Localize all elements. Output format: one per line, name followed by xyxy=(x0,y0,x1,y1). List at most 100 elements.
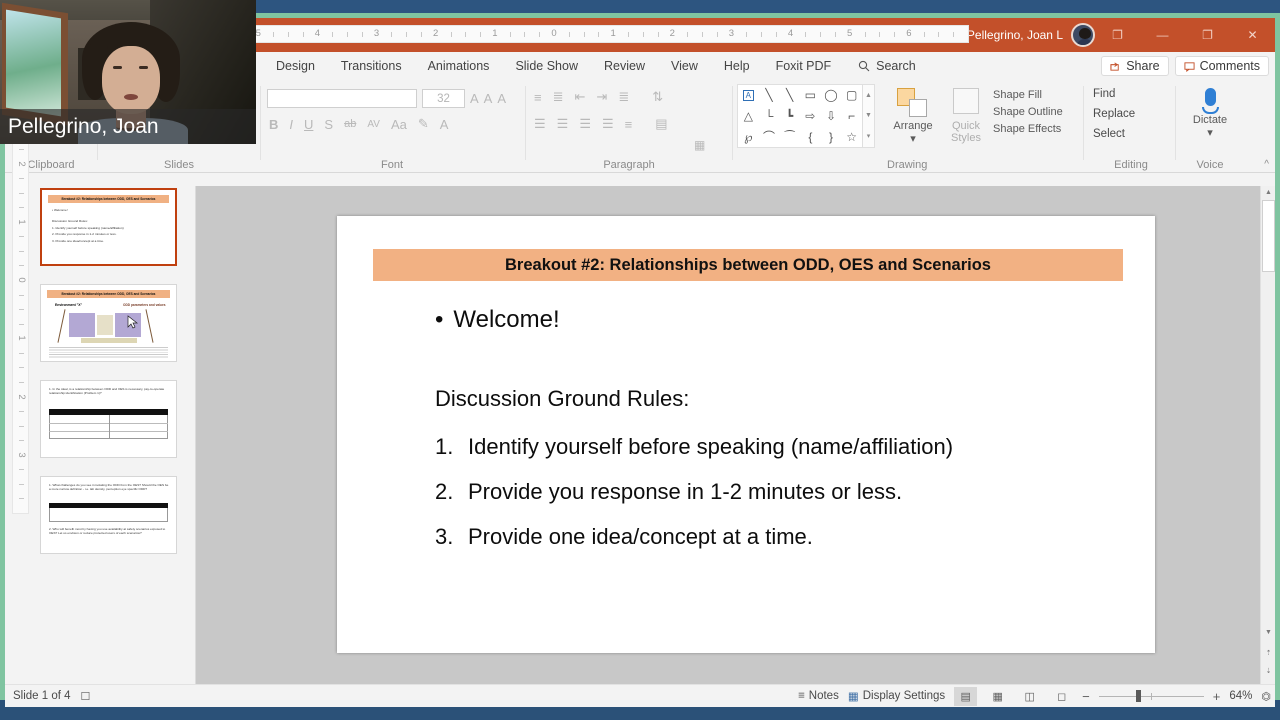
text-shadow-button[interactable]: S xyxy=(324,117,333,132)
display-settings-button[interactable]: ▦ Display Settings xyxy=(848,689,945,703)
select-button[interactable]: Select xyxy=(1093,128,1135,140)
webcam-overlay[interactable]: Pellegrino, Joan xyxy=(0,0,256,144)
scroll-up-arrow-icon[interactable]: ▲ xyxy=(1261,186,1276,200)
convert-to-smartart-button[interactable]: ▦ xyxy=(694,138,705,152)
tab-slide-show[interactable]: Slide Show xyxy=(502,52,591,80)
font-size-input[interactable]: 32 xyxy=(422,89,465,108)
align-center-button[interactable]: ☰ xyxy=(557,116,569,132)
next-slide-icon[interactable]: ⇣ xyxy=(1261,665,1276,679)
dictate-button[interactable]: Dictate ▾ xyxy=(1179,88,1241,139)
strikethrough-button[interactable]: ab xyxy=(344,118,356,130)
shape-star-icon[interactable]: ☆ xyxy=(846,130,857,144)
zoom-out-button[interactable]: − xyxy=(1082,689,1090,704)
highlighter-icon[interactable]: ✎ xyxy=(418,116,429,132)
quick-styles-button[interactable]: Quick Styles xyxy=(941,86,991,144)
slide-edit-area[interactable]: Breakout #2: Relationships between ODD, … xyxy=(196,186,1275,684)
tab-foxit-pdf[interactable]: Foxit PDF xyxy=(763,52,845,80)
ribbon-display-options-button[interactable]: ❐ xyxy=(1095,18,1140,52)
slide-thumbnail[interactable]: 1. What challenges do you see in isolati… xyxy=(40,476,177,554)
shape-left-brace-icon[interactable]: { xyxy=(808,130,812,144)
zoom-level[interactable]: 64% xyxy=(1229,690,1252,702)
increase-indent-button[interactable]: ⇥ xyxy=(596,89,607,105)
decrease-indent-button[interactable]: ⇤ xyxy=(575,89,586,105)
shape-right-arrow-icon[interactable]: ⇨ xyxy=(805,109,815,123)
font-name-input[interactable] xyxy=(267,89,417,108)
vertical-scrollbar[interactable]: ▲ ▼ ⇡ ⇣ xyxy=(1260,186,1275,684)
font-color-button[interactable]: A xyxy=(440,117,449,132)
italic-button[interactable]: I xyxy=(289,117,293,132)
zoom-in-button[interactable]: + xyxy=(1213,689,1221,704)
account-name[interactable]: Pellegrino, Joan L xyxy=(967,28,1063,42)
zoom-slider-knob[interactable] xyxy=(1135,690,1141,702)
slide-thumbnail[interactable]: Breakout #2: Relationships between ODD, … xyxy=(40,284,177,362)
accessibility-icon[interactable]: ☐ xyxy=(81,690,91,703)
scrollbar-thumb[interactable] xyxy=(1262,200,1275,272)
shape-rounded-rectangle-icon[interactable]: ▢ xyxy=(846,88,857,102)
shape-line-icon[interactable]: ╲ xyxy=(765,88,772,102)
shape-rectangle-icon[interactable]: ▭ xyxy=(805,88,816,102)
reading-view-button[interactable]: ◫ xyxy=(1018,687,1041,706)
thumbnail-row[interactable]: 2Breakout #2: Relationships between ODD,… xyxy=(5,282,195,378)
scroll-down-arrow-icon[interactable]: ▼ xyxy=(1261,626,1276,640)
align-left-button[interactable]: ☰ xyxy=(534,116,546,132)
bold-button[interactable]: B xyxy=(269,117,278,132)
shape-fill-button[interactable]: Shape Fill xyxy=(993,89,1063,101)
thumbnail-row[interactable]: 41. What challenges do you see in isolat… xyxy=(5,474,195,570)
shape-arrow-icon[interactable]: ╲ xyxy=(786,88,793,102)
tab-design[interactable]: Design xyxy=(263,52,328,80)
tab-transitions[interactable]: Transitions xyxy=(328,52,415,80)
zoom-slider[interactable] xyxy=(1098,690,1204,702)
shape-elbow-connector-icon[interactable]: └ xyxy=(765,109,774,123)
slide-thumbnail[interactable]: Breakout #2: Relationships between ODD, … xyxy=(40,188,177,266)
tab-animations[interactable]: Animations xyxy=(415,52,503,80)
shape-effects-button[interactable]: Shape Effects xyxy=(993,123,1063,135)
shape-curve-icon[interactable]: ⌒ xyxy=(763,128,775,145)
scroll-up-icon[interactable]: ▲ xyxy=(865,92,872,99)
slide-sorter-view-button[interactable]: ▦ xyxy=(986,687,1009,706)
text-direction-button[interactable]: ⇅ xyxy=(652,89,663,105)
change-case-button[interactable]: Aa xyxy=(391,117,407,132)
numbering-button[interactable]: ≣ xyxy=(553,89,564,105)
shape-outline-button[interactable]: Shape Outline xyxy=(993,106,1063,118)
shapes-gallery-scrollbar[interactable]: ▲ ▼ ▾ xyxy=(863,84,875,148)
replace-button[interactable]: Replace xyxy=(1093,108,1135,120)
current-slide[interactable]: Breakout #2: Relationships between ODD, … xyxy=(337,216,1155,653)
close-button[interactable]: ✕ xyxy=(1230,18,1275,52)
align-right-button[interactable]: ☰ xyxy=(579,116,591,132)
avatar[interactable] xyxy=(1071,23,1095,47)
shape-scribble-icon[interactable]: ℘ xyxy=(744,130,752,144)
slide-show-view-button[interactable]: ◻ xyxy=(1050,687,1073,706)
slide-body-placeholder[interactable]: Welcome! Discussion Ground Rules: 1. Ide… xyxy=(435,306,1125,569)
slide-indicator[interactable]: Slide 1 of 4 xyxy=(13,690,71,702)
shape-down-arrow-icon[interactable]: ⇩ xyxy=(826,109,836,123)
shape-triangle-icon[interactable]: △ xyxy=(744,109,753,123)
tab-review[interactable]: Review xyxy=(591,52,658,80)
normal-view-button[interactable]: ▤ xyxy=(954,686,978,706)
thumbnail-row[interactable]: 3 1. In the ideal, is a relationship betw… xyxy=(5,378,195,474)
justify-button[interactable]: ☰ xyxy=(602,116,614,132)
fit-slide-icon[interactable]: ⏣ xyxy=(1261,690,1271,703)
tab-help[interactable]: Help xyxy=(711,52,763,80)
restore-button[interactable]: ❐ xyxy=(1185,18,1230,52)
shape-textbox-icon[interactable]: A xyxy=(742,89,754,101)
columns-button[interactable]: ≡ xyxy=(625,117,633,132)
grow-font-button[interactable]: A xyxy=(470,91,479,106)
comments-button[interactable]: Comments xyxy=(1174,56,1269,76)
shape-elbow-arrow-icon[interactable]: ┗ xyxy=(786,109,793,123)
tab-view[interactable]: View xyxy=(658,52,711,80)
shape-pentagon-icon[interactable]: ⌐ xyxy=(848,109,855,123)
line-spacing-button[interactable]: ≣ xyxy=(618,89,629,105)
shapes-more-icon[interactable]: ▾ xyxy=(867,132,871,140)
scroll-down-icon[interactable]: ▼ xyxy=(865,112,872,119)
find-button[interactable]: Find xyxy=(1093,88,1135,100)
minimize-button[interactable]: — xyxy=(1140,18,1185,52)
slide-title-placeholder[interactable]: Breakout #2: Relationships between ODD, … xyxy=(373,249,1123,281)
share-button[interactable]: Share xyxy=(1101,56,1169,76)
shrink-font-button[interactable]: A xyxy=(484,91,493,106)
search-box[interactable]: Search xyxy=(844,59,916,73)
bullets-button[interactable]: ≡ xyxy=(534,90,542,105)
character-spacing-button[interactable]: AV xyxy=(367,119,380,130)
shape-oval-icon[interactable]: ◯ xyxy=(824,88,837,102)
shape-right-brace-icon[interactable]: } xyxy=(829,130,833,144)
thumbnail-row[interactable]: 1 Breakout #2: Relationships between ODD,… xyxy=(5,186,195,282)
